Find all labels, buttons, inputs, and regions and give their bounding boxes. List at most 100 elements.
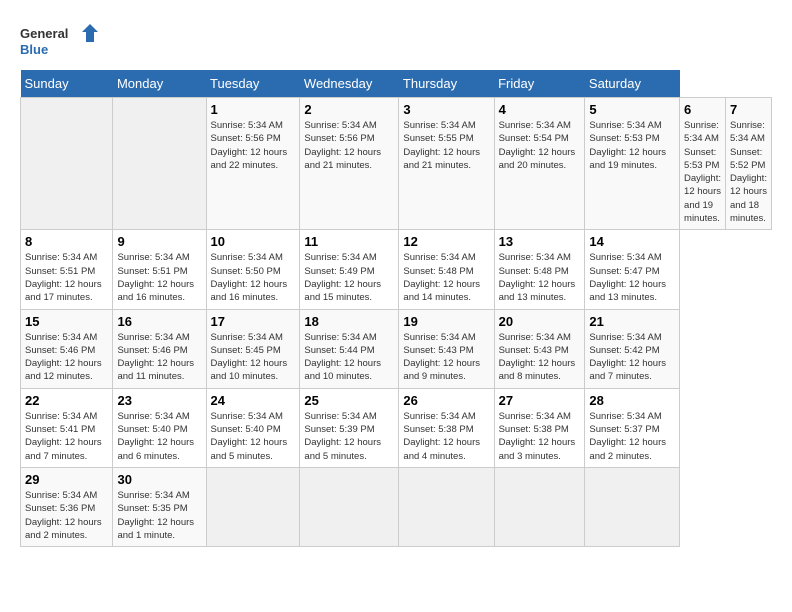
day-number: 29 bbox=[25, 472, 108, 487]
calendar-cell: 18 Sunrise: 5:34 AMSunset: 5:44 PMDaylig… bbox=[300, 309, 399, 388]
day-number: 19 bbox=[403, 314, 489, 329]
day-number: 7 bbox=[730, 102, 767, 117]
logo: General Blue bbox=[20, 20, 100, 60]
day-number: 15 bbox=[25, 314, 108, 329]
day-number: 21 bbox=[589, 314, 675, 329]
calendar-cell: 22 Sunrise: 5:34 AMSunset: 5:41 PMDaylig… bbox=[21, 388, 113, 467]
calendar-cell: 20 Sunrise: 5:34 AMSunset: 5:43 PMDaylig… bbox=[494, 309, 585, 388]
day-number: 30 bbox=[117, 472, 201, 487]
day-detail: Sunrise: 5:34 AMSunset: 5:44 PMDaylight:… bbox=[304, 332, 381, 383]
page-header: General Blue bbox=[20, 20, 772, 60]
day-detail: Sunrise: 5:34 AMSunset: 5:50 PMDaylight:… bbox=[211, 252, 288, 303]
calendar-week-row: 22 Sunrise: 5:34 AMSunset: 5:41 PMDaylig… bbox=[21, 388, 772, 467]
day-detail: Sunrise: 5:34 AMSunset: 5:56 PMDaylight:… bbox=[304, 120, 381, 171]
day-number: 20 bbox=[499, 314, 581, 329]
day-detail: Sunrise: 5:34 AMSunset: 5:56 PMDaylight:… bbox=[211, 120, 288, 171]
day-number: 24 bbox=[211, 393, 296, 408]
weekday-header: Wednesday bbox=[300, 70, 399, 98]
day-number: 4 bbox=[499, 102, 581, 117]
day-detail: Sunrise: 5:34 AMSunset: 5:55 PMDaylight:… bbox=[403, 120, 480, 171]
weekday-header: Thursday bbox=[399, 70, 494, 98]
calendar-body: 1 Sunrise: 5:34 AMSunset: 5:56 PMDayligh… bbox=[21, 98, 772, 547]
calendar-cell: 9 Sunrise: 5:34 AMSunset: 5:51 PMDayligh… bbox=[113, 230, 206, 309]
weekday-header: Sunday bbox=[21, 70, 113, 98]
calendar-cell: 16 Sunrise: 5:34 AMSunset: 5:46 PMDaylig… bbox=[113, 309, 206, 388]
calendar-week-row: 15 Sunrise: 5:34 AMSunset: 5:46 PMDaylig… bbox=[21, 309, 772, 388]
calendar-cell: 7 Sunrise: 5:34 AMSunset: 5:52 PMDayligh… bbox=[726, 98, 772, 230]
calendar-cell: 14 Sunrise: 5:34 AMSunset: 5:47 PMDaylig… bbox=[585, 230, 680, 309]
calendar-cell: 15 Sunrise: 5:34 AMSunset: 5:46 PMDaylig… bbox=[21, 309, 113, 388]
day-detail: Sunrise: 5:34 AMSunset: 5:38 PMDaylight:… bbox=[403, 411, 480, 462]
day-number: 10 bbox=[211, 234, 296, 249]
day-detail: Sunrise: 5:34 AMSunset: 5:43 PMDaylight:… bbox=[499, 332, 576, 383]
calendar-cell bbox=[21, 98, 113, 230]
calendar-cell: 13 Sunrise: 5:34 AMSunset: 5:48 PMDaylig… bbox=[494, 230, 585, 309]
calendar-cell: 5 Sunrise: 5:34 AMSunset: 5:53 PMDayligh… bbox=[585, 98, 680, 230]
calendar-table: SundayMondayTuesdayWednesdayThursdayFrid… bbox=[20, 70, 772, 547]
day-detail: Sunrise: 5:34 AMSunset: 5:51 PMDaylight:… bbox=[117, 252, 194, 303]
day-detail: Sunrise: 5:34 AMSunset: 5:38 PMDaylight:… bbox=[499, 411, 576, 462]
calendar-cell bbox=[585, 467, 680, 546]
day-detail: Sunrise: 5:34 AMSunset: 5:53 PMDaylight:… bbox=[684, 120, 721, 224]
day-detail: Sunrise: 5:34 AMSunset: 5:40 PMDaylight:… bbox=[211, 411, 288, 462]
day-number: 13 bbox=[499, 234, 581, 249]
svg-text:Blue: Blue bbox=[20, 42, 48, 57]
day-number: 1 bbox=[211, 102, 296, 117]
calendar-cell: 19 Sunrise: 5:34 AMSunset: 5:43 PMDaylig… bbox=[399, 309, 494, 388]
day-number: 23 bbox=[117, 393, 201, 408]
day-detail: Sunrise: 5:34 AMSunset: 5:47 PMDaylight:… bbox=[589, 252, 666, 303]
calendar-week-row: 8 Sunrise: 5:34 AMSunset: 5:51 PMDayligh… bbox=[21, 230, 772, 309]
day-detail: Sunrise: 5:34 AMSunset: 5:45 PMDaylight:… bbox=[211, 332, 288, 383]
calendar-cell bbox=[113, 98, 206, 230]
day-number: 9 bbox=[117, 234, 201, 249]
calendar-cell bbox=[494, 467, 585, 546]
calendar-cell: 2 Sunrise: 5:34 AMSunset: 5:56 PMDayligh… bbox=[300, 98, 399, 230]
calendar-cell: 3 Sunrise: 5:34 AMSunset: 5:55 PMDayligh… bbox=[399, 98, 494, 230]
calendar-cell: 6 Sunrise: 5:34 AMSunset: 5:53 PMDayligh… bbox=[680, 98, 726, 230]
day-detail: Sunrise: 5:34 AMSunset: 5:39 PMDaylight:… bbox=[304, 411, 381, 462]
day-detail: Sunrise: 5:34 AMSunset: 5:40 PMDaylight:… bbox=[117, 411, 194, 462]
day-number: 25 bbox=[304, 393, 394, 408]
day-number: 18 bbox=[304, 314, 394, 329]
day-detail: Sunrise: 5:34 AMSunset: 5:41 PMDaylight:… bbox=[25, 411, 102, 462]
day-detail: Sunrise: 5:34 AMSunset: 5:51 PMDaylight:… bbox=[25, 252, 102, 303]
day-detail: Sunrise: 5:34 AMSunset: 5:42 PMDaylight:… bbox=[589, 332, 666, 383]
day-detail: Sunrise: 5:34 AMSunset: 5:49 PMDaylight:… bbox=[304, 252, 381, 303]
calendar-cell: 26 Sunrise: 5:34 AMSunset: 5:38 PMDaylig… bbox=[399, 388, 494, 467]
svg-text:General: General bbox=[20, 26, 68, 41]
calendar-cell bbox=[399, 467, 494, 546]
calendar-cell: 29 Sunrise: 5:34 AMSunset: 5:36 PMDaylig… bbox=[21, 467, 113, 546]
day-number: 3 bbox=[403, 102, 489, 117]
weekday-header: Saturday bbox=[585, 70, 680, 98]
calendar-cell: 17 Sunrise: 5:34 AMSunset: 5:45 PMDaylig… bbox=[206, 309, 300, 388]
calendar-cell: 12 Sunrise: 5:34 AMSunset: 5:48 PMDaylig… bbox=[399, 230, 494, 309]
day-number: 8 bbox=[25, 234, 108, 249]
calendar-cell: 30 Sunrise: 5:34 AMSunset: 5:35 PMDaylig… bbox=[113, 467, 206, 546]
day-number: 16 bbox=[117, 314, 201, 329]
calendar-cell: 1 Sunrise: 5:34 AMSunset: 5:56 PMDayligh… bbox=[206, 98, 300, 230]
day-detail: Sunrise: 5:34 AMSunset: 5:36 PMDaylight:… bbox=[25, 490, 102, 541]
day-number: 28 bbox=[589, 393, 675, 408]
weekday-header: Friday bbox=[494, 70, 585, 98]
day-number: 2 bbox=[304, 102, 394, 117]
day-number: 5 bbox=[589, 102, 675, 117]
day-detail: Sunrise: 5:34 AMSunset: 5:37 PMDaylight:… bbox=[589, 411, 666, 462]
day-detail: Sunrise: 5:34 AMSunset: 5:48 PMDaylight:… bbox=[403, 252, 480, 303]
day-number: 22 bbox=[25, 393, 108, 408]
calendar-cell: 21 Sunrise: 5:34 AMSunset: 5:42 PMDaylig… bbox=[585, 309, 680, 388]
weekday-header: Tuesday bbox=[206, 70, 300, 98]
day-detail: Sunrise: 5:34 AMSunset: 5:46 PMDaylight:… bbox=[117, 332, 194, 383]
calendar-cell: 23 Sunrise: 5:34 AMSunset: 5:40 PMDaylig… bbox=[113, 388, 206, 467]
day-number: 12 bbox=[403, 234, 489, 249]
day-number: 14 bbox=[589, 234, 675, 249]
calendar-week-row: 29 Sunrise: 5:34 AMSunset: 5:36 PMDaylig… bbox=[21, 467, 772, 546]
day-detail: Sunrise: 5:34 AMSunset: 5:43 PMDaylight:… bbox=[403, 332, 480, 383]
calendar-cell: 11 Sunrise: 5:34 AMSunset: 5:49 PMDaylig… bbox=[300, 230, 399, 309]
day-detail: Sunrise: 5:34 AMSunset: 5:54 PMDaylight:… bbox=[499, 120, 576, 171]
day-detail: Sunrise: 5:34 AMSunset: 5:52 PMDaylight:… bbox=[730, 120, 767, 224]
calendar-cell bbox=[300, 467, 399, 546]
weekday-header: Monday bbox=[113, 70, 206, 98]
day-detail: Sunrise: 5:34 AMSunset: 5:35 PMDaylight:… bbox=[117, 490, 194, 541]
calendar-cell: 4 Sunrise: 5:34 AMSunset: 5:54 PMDayligh… bbox=[494, 98, 585, 230]
calendar-cell bbox=[206, 467, 300, 546]
